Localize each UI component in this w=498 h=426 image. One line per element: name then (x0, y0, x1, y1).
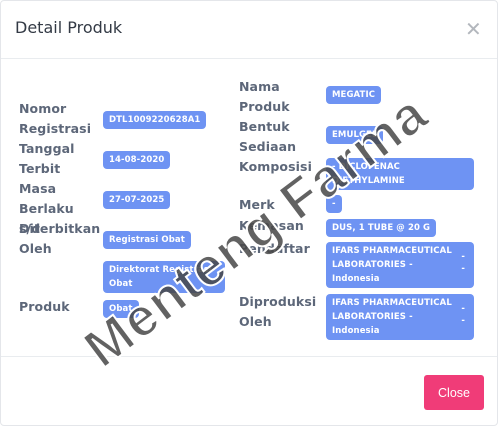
merk-label: Merk (239, 197, 275, 212)
komposisi-badge: - DICLOFENAC DIETHYLAMINE (326, 158, 474, 190)
diproduksi-oleh-badge: IFARS PHARMACEUTICAL LABORATORIES - Indo… (326, 294, 474, 340)
direktorat-badge: Direktorat Registrasi Obat (103, 261, 225, 293)
tanggal-terbit-label: Tanggal Terbit (19, 141, 75, 176)
bentuk-sediaan-label: Bentuk Sediaan (239, 119, 297, 154)
kemasan-badge: DUS, 1 TUBE @ 20 G (326, 219, 437, 237)
diproduksi-dash-2: - (461, 316, 465, 326)
modal-title: Detail Produk (15, 18, 123, 37)
footer-divider (1, 356, 497, 357)
produk-badge: Obat (103, 300, 139, 318)
diproduksi-oleh-value: IFARS PHARMACEUTICAL LABORATORIES - Indo… (332, 298, 452, 336)
modal-header: Detail Produk ✕ (1, 1, 497, 59)
pendaftar-label: Pendaftar (239, 241, 310, 256)
nomor-registrasi-badge: DTL1009220628A1 (103, 111, 207, 129)
nama-produk-label: Nama Produk (239, 79, 290, 114)
tanggal-terbit-badge: 14-08-2020 (103, 151, 171, 169)
close-button[interactable]: Close (424, 375, 484, 410)
kemasan-label: Kemasan (239, 218, 304, 233)
masa-berlaku-badge: 27-07-2025 (103, 191, 171, 209)
merk-badge: - (326, 195, 342, 213)
nomor-registrasi-label: Nomor Registrasi (19, 101, 92, 136)
produk-label: Produk (19, 299, 70, 314)
komposisi-label: Komposisi (239, 159, 312, 174)
pendaftar-dash-2: - (461, 264, 465, 274)
diterbitkan-oleh-label: Diterbitkan Oleh (19, 221, 101, 256)
product-detail-modal: Detail Produk ✕ Nomor Registrasi Tanggal… (0, 0, 498, 426)
close-icon[interactable]: ✕ (465, 19, 482, 39)
diproduksi-oleh-label: Diproduksi Oleh (239, 294, 317, 329)
pendaftar-value: IFARS PHARMACEUTICAL LABORATORIES - Indo… (332, 246, 452, 284)
nama-produk-badge: MEGATIC (326, 86, 382, 104)
diterbitkan-oleh-badge: Registrasi Obat (103, 231, 191, 249)
pendaftar-badge: IFARS PHARMACEUTICAL LABORATORIES - Indo… (326, 242, 474, 288)
bentuk-sediaan-badge: EMULGEL (326, 126, 384, 144)
